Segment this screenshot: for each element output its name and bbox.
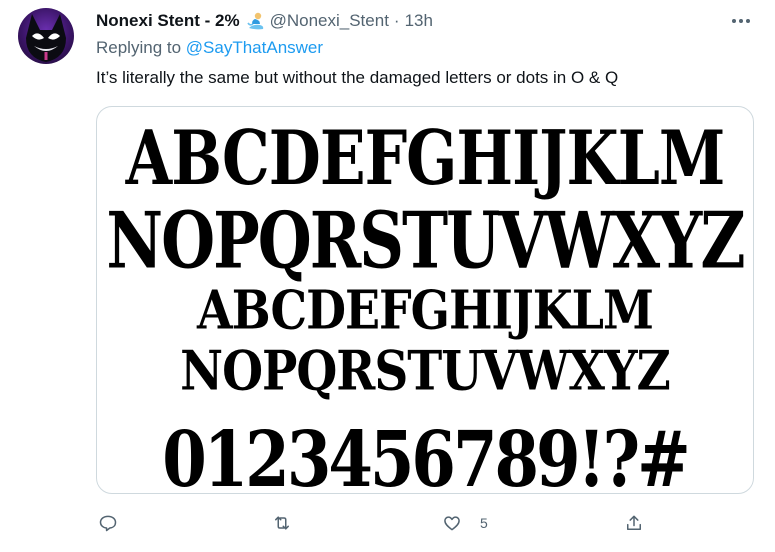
like-button[interactable]: 5 bbox=[442, 508, 488, 538]
genie-emoji-icon bbox=[246, 11, 266, 31]
tweet-actions: 5 bbox=[96, 508, 656, 538]
tweet-text: It’s literally the same but without the … bbox=[96, 68, 619, 87]
tweet-image[interactable]: ABCDEFGHIJKLM NOPQRSTUVWXYZ ABCDEFGHIJKL… bbox=[96, 106, 754, 494]
venom-character-icon bbox=[26, 14, 66, 62]
display-name[interactable]: Nonexi Stent - 2% bbox=[96, 11, 240, 31]
replying-to-label: Replying to bbox=[96, 38, 182, 57]
comment-icon bbox=[99, 515, 117, 532]
font-sample-row: ABCDEFGHIJKLM bbox=[125, 115, 726, 203]
share-icon bbox=[627, 515, 641, 530]
separator-dot: · bbox=[393, 11, 400, 30]
timestamp[interactable]: 13h bbox=[405, 11, 433, 31]
font-sample-row: ABCDEFGHIJKLM bbox=[197, 279, 654, 342]
avatar[interactable] bbox=[18, 8, 74, 64]
tweet[interactable]: Nonexi Stent - 2% @Nonexi_Stent · 13h Re… bbox=[0, 0, 775, 552]
share-button[interactable] bbox=[624, 508, 644, 538]
tweet-header: Nonexi Stent - 2% @Nonexi_Stent · 13h bbox=[96, 9, 755, 33]
reply-mention-link[interactable]: @SayThatAnswer bbox=[186, 38, 323, 57]
heart-icon bbox=[444, 516, 460, 531]
reply-button[interactable] bbox=[98, 508, 118, 538]
replying-to: Replying to @SayThatAnswer bbox=[96, 38, 323, 58]
retweet-icon bbox=[275, 516, 289, 530]
more-options-icon[interactable] bbox=[727, 9, 755, 33]
like-count: 5 bbox=[480, 515, 488, 531]
handle[interactable]: @Nonexi_Stent bbox=[270, 11, 389, 31]
font-sample-row: 0123456789!?# bbox=[162, 415, 691, 494]
retweet-button[interactable] bbox=[272, 508, 292, 538]
font-sample-row: NOPQRSTUVWXYZ bbox=[106, 195, 745, 287]
font-sample-row: NOPQRSTUVWXYZ bbox=[180, 340, 671, 404]
